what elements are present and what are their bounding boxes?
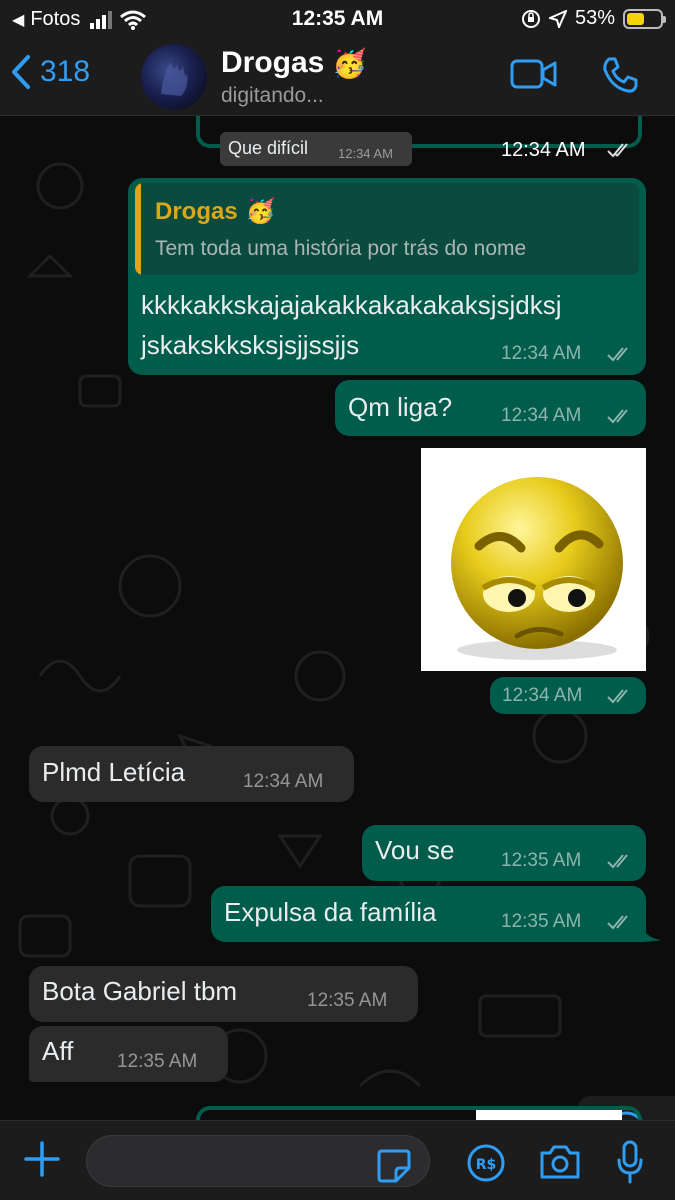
message-time: 12:34 AM: [501, 343, 582, 364]
party-face-emoji: 🥳: [245, 198, 276, 225]
chevron-left-icon: [12, 55, 30, 89]
message-bubble-incoming[interactable]: Aff 12:35 AM: [29, 1026, 228, 1082]
message-text: Qm liga?: [348, 392, 453, 422]
chat-title[interactable]: Drogas 🥳: [221, 46, 367, 80]
reply-accent-bar: [135, 183, 141, 275]
attach-button[interactable]: [22, 1139, 62, 1184]
voice-call-button[interactable]: [600, 55, 640, 100]
message-bubble-outgoing[interactable]: Qm liga? 12:34 AM: [335, 380, 646, 436]
message-time: 12:34 AM: [243, 771, 324, 792]
bubble-tail: [640, 922, 662, 942]
sticker-image[interactable]: [421, 448, 646, 671]
message-bubble-incoming[interactable]: Plmd Letícia 12:34 AM: [29, 746, 354, 802]
microphone-icon: [617, 1140, 643, 1184]
message-text: Bota Gabriel tbm: [42, 976, 238, 1006]
party-face-emoji: 🥳: [332, 47, 368, 79]
message-time: 12:34 AM: [501, 139, 586, 161]
location-icon: [548, 9, 567, 28]
unread-count: 318: [40, 55, 91, 88]
voice-message-button[interactable]: [616, 1140, 644, 1189]
message-time: 12:35 AM: [307, 990, 388, 1011]
camera-button[interactable]: [538, 1143, 582, 1186]
double-check-icon: [607, 143, 628, 158]
sticker-time-badge: 12:34 AM: [490, 677, 646, 714]
double-check-icon: [607, 409, 628, 424]
quoted-text: Que difícil: [228, 138, 309, 158]
sticker-icon: [377, 1149, 411, 1183]
message-bubble-incoming[interactable]: Bota Gabriel tbm 12:35 AM: [29, 966, 418, 1022]
reply-sender-name: Drogas: [155, 197, 238, 225]
reply-text: Tem toda uma história por trás do nome: [155, 237, 527, 260]
chat-title-text: Drogas: [221, 46, 325, 79]
chat-header: 318 Drogas 🥳 digitando...: [0, 38, 675, 116]
message-text-line: jskakskksksjsjjssjjs: [141, 330, 360, 360]
reply-sender: Drogas 🥳: [155, 197, 276, 226]
message-text: Expulsa da família: [224, 897, 437, 927]
svg-text:R$: R$: [476, 1157, 497, 1173]
avatar[interactable]: [141, 44, 207, 110]
camera-icon: [540, 1145, 580, 1179]
message-bubble-outgoing[interactable]: Vou se 12:35 AM: [362, 825, 646, 881]
message-bubble-outgoing[interactable]: Drogas 🥳 Tem toda uma história por trás …: [128, 178, 646, 375]
message-list[interactable]: Que difícil 12:34 AM 12:34 AM Drogas 🥳 T…: [0, 116, 675, 1120]
message-time: 12:35 AM: [501, 850, 582, 871]
orientation-lock-icon: [521, 9, 540, 28]
plus-icon: [24, 1141, 60, 1177]
annoyed-smiley-sticker: [451, 477, 623, 660]
message-time: 12:34 AM: [502, 685, 583, 706]
quoted-message[interactable]: Que difícil 12:34 AM: [220, 132, 412, 166]
double-check-icon: [607, 689, 628, 704]
payment-button[interactable]: R$: [466, 1143, 506, 1188]
partial-sticker-image: [476, 1110, 622, 1120]
status-bar: ◀ Fotos 12:35 AM 53%: [0, 0, 675, 38]
message-bubble-outgoing[interactable]: Expulsa da família 12:35 AM: [211, 886, 646, 942]
message-text: Plmd Letícia: [42, 757, 186, 787]
battery-percent: 53%: [574, 7, 615, 29]
typing-status: digitando...: [221, 84, 324, 107]
video-camera-icon: [510, 59, 557, 89]
battery-icon: [623, 8, 666, 29]
message-time: 12:35 AM: [117, 1051, 198, 1072]
sticker-button[interactable]: [376, 1148, 412, 1189]
group-avatar-image: [161, 62, 188, 96]
double-check-icon: [607, 854, 628, 869]
real-currency-icon: R$: [467, 1144, 505, 1182]
quoted-time: 12:34 AM: [338, 146, 393, 161]
message-time: 12:34 AM: [501, 405, 582, 426]
double-check-icon: [607, 915, 628, 930]
message-time: 12:35 AM: [501, 911, 582, 932]
video-call-button[interactable]: [510, 58, 558, 95]
phone-icon: [603, 57, 638, 93]
back-button[interactable]: 318: [10, 54, 90, 90]
reply-preview[interactable]: Drogas 🥳 Tem toda uma história por trás …: [135, 183, 639, 275]
message-text: Vou se: [375, 835, 455, 865]
composer-bar: R$: [0, 1120, 675, 1200]
message-text: Aff: [42, 1036, 74, 1066]
double-check-icon: [607, 347, 628, 362]
message-text-line: kkkkakkskajajakakkakakakaksjsjdksj: [141, 290, 562, 320]
